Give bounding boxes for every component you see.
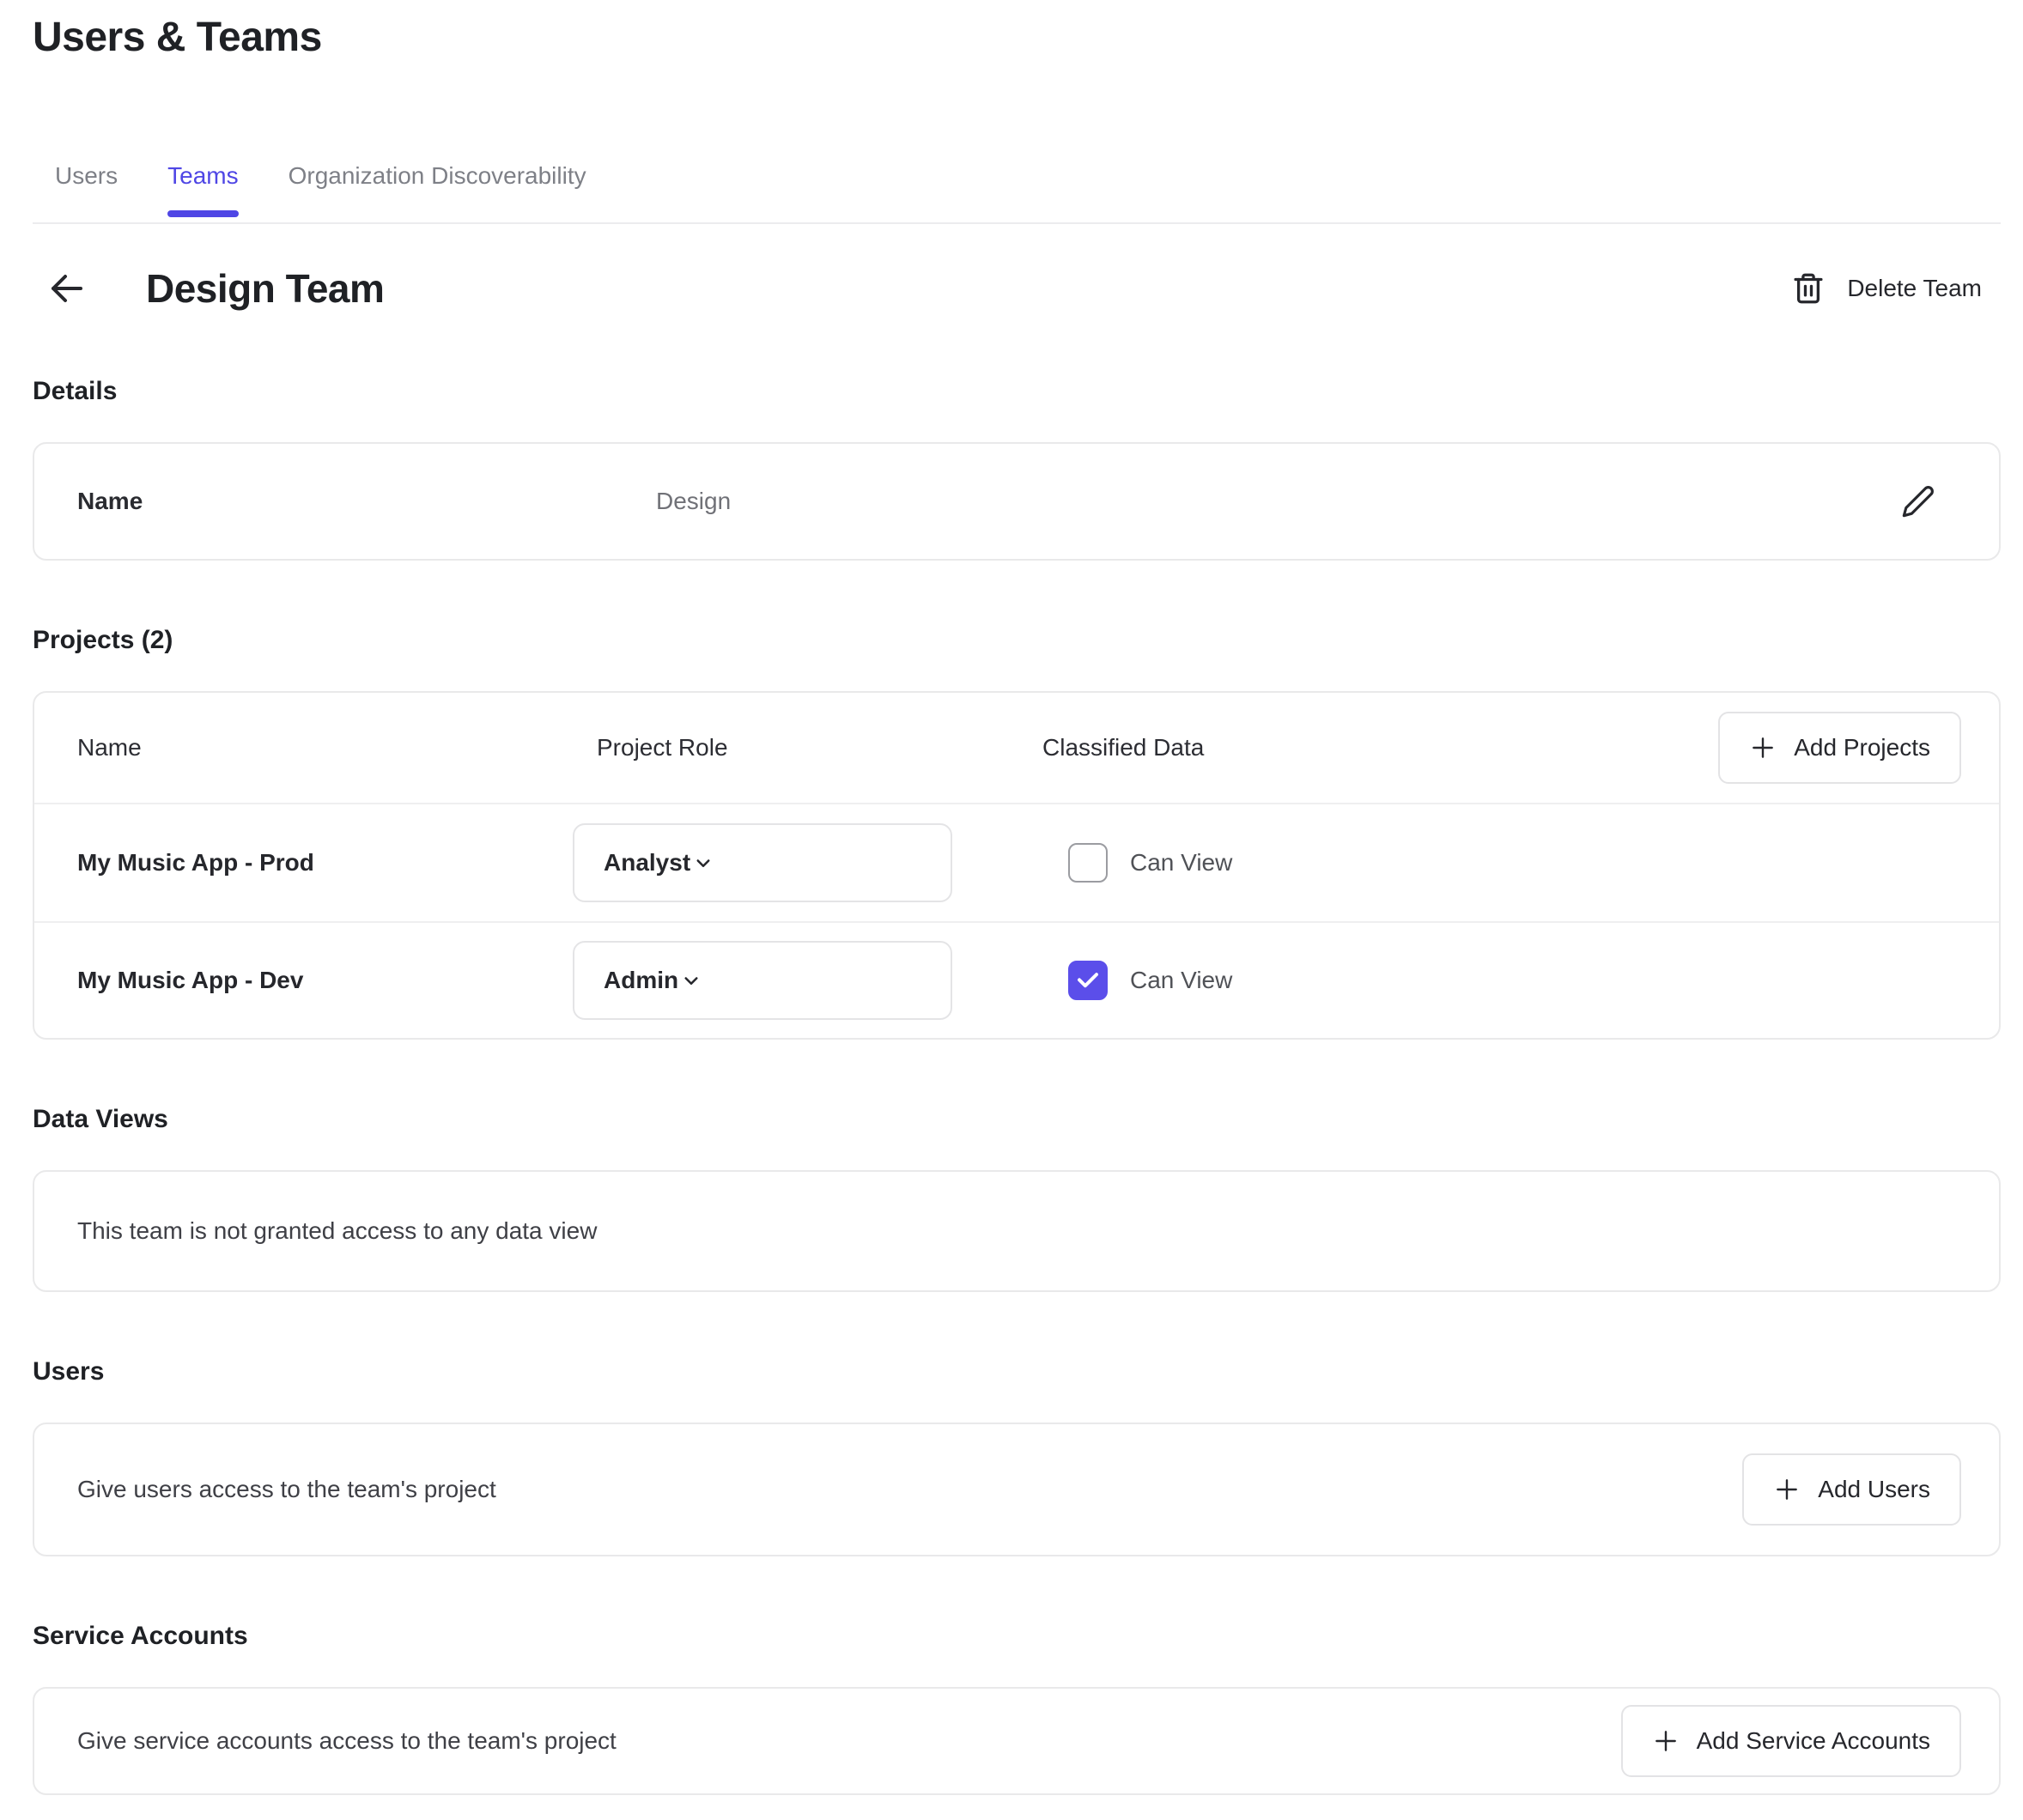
- details-heading: Details: [33, 377, 2001, 406]
- column-header-name: Name: [77, 734, 573, 761]
- team-title: Design Team: [146, 265, 384, 312]
- plus-icon: [1652, 1727, 1680, 1755]
- service-accounts-card: Give service accounts access to the team…: [33, 1687, 2001, 1795]
- classified-data-field: Can View: [1042, 843, 1961, 883]
- table-row: My Music App - Dev Admin: [34, 921, 1999, 1038]
- users-heading: Users: [33, 1357, 2001, 1386]
- delete-team-button[interactable]: Delete Team: [1790, 270, 1982, 306]
- can-view-label: Can View: [1130, 967, 1232, 994]
- projects-heading: Projects (2): [33, 626, 2001, 655]
- delete-team-label: Delete Team: [1847, 275, 1982, 302]
- tab-users[interactable]: Users: [55, 162, 118, 222]
- add-service-accounts-label: Add Service Accounts: [1697, 1727, 1930, 1755]
- project-name: My Music App - Prod: [77, 849, 573, 877]
- project-name: My Music App - Dev: [77, 967, 573, 994]
- data-views-heading: Data Views: [33, 1105, 2001, 1134]
- project-role-value: Admin: [604, 967, 678, 994]
- chevron-down-icon: [678, 968, 704, 993]
- add-users-label: Add Users: [1818, 1476, 1930, 1503]
- trash-icon: [1790, 270, 1826, 306]
- column-header-project-role: Project Role: [573, 734, 1042, 761]
- data-views-empty-text: This team is not granted access to any d…: [77, 1217, 597, 1245]
- tab-teams[interactable]: Teams: [167, 162, 238, 222]
- can-view-label: Can View: [1130, 849, 1232, 877]
- service-accounts-heading: Service Accounts: [33, 1622, 2001, 1651]
- add-users-button[interactable]: Add Users: [1742, 1453, 1961, 1526]
- arrow-left-icon: [46, 268, 88, 309]
- team-name-value: Design: [656, 488, 731, 515]
- project-role-value: Analyst: [604, 849, 690, 877]
- project-role-select[interactable]: Admin: [573, 941, 952, 1020]
- team-header: Design Team Delete Team: [33, 265, 2001, 312]
- projects-table: Name Project Role Classified Data Add Pr…: [33, 691, 2001, 1040]
- add-service-accounts-button[interactable]: Add Service Accounts: [1621, 1705, 1961, 1777]
- projects-table-header: Name Project Role Classified Data Add Pr…: [34, 693, 1999, 804]
- users-card: Give users access to the team's project …: [33, 1423, 2001, 1556]
- column-header-classified-data: Classified Data: [1042, 734, 1718, 761]
- page-title: Users & Teams: [33, 14, 2001, 61]
- service-accounts-description: Give service accounts access to the team…: [77, 1727, 617, 1755]
- add-projects-label: Add Projects: [1794, 734, 1930, 761]
- project-role-select[interactable]: Analyst: [573, 823, 952, 902]
- name-label: Name: [77, 488, 656, 515]
- back-button[interactable]: [45, 266, 89, 311]
- edit-name-button[interactable]: [1899, 482, 1937, 520]
- pencil-icon: [1901, 484, 1935, 519]
- add-projects-button[interactable]: Add Projects: [1718, 712, 1961, 784]
- users-teams-page: Users & Teams Users Teams Organization D…: [0, 0, 2023, 1820]
- tabbar: Users Teams Organization Discoverability: [33, 162, 2001, 224]
- data-views-card: This team is not granted access to any d…: [33, 1170, 2001, 1292]
- can-view-checkbox[interactable]: [1068, 843, 1108, 883]
- plus-icon: [1773, 1476, 1801, 1503]
- table-row: My Music App - Prod Analyst: [34, 804, 1999, 921]
- tab-organization-discoverability[interactable]: Organization Discoverability: [289, 162, 586, 222]
- details-card: Name Design: [33, 442, 2001, 561]
- classified-data-field: Can View: [1042, 961, 1961, 1000]
- can-view-checkbox[interactable]: [1068, 961, 1108, 1000]
- users-description: Give users access to the team's project: [77, 1476, 496, 1503]
- plus-icon: [1749, 734, 1777, 761]
- chevron-down-icon: [690, 850, 716, 876]
